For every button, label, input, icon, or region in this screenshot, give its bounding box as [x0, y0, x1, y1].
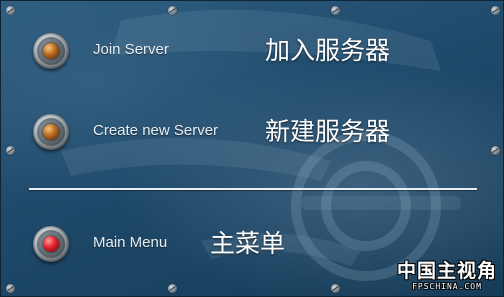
menu-divider: [29, 188, 477, 190]
menu-item-label-cn[interactable]: 加入服务器: [265, 31, 390, 67]
menu-item-label-en[interactable]: Join Server: [93, 41, 169, 58]
metal-knob-icon[interactable]: [33, 226, 69, 262]
menu-item-main-menu[interactable]: Main Menu 主菜单: [1, 224, 503, 264]
menu-item-label-cn[interactable]: 主菜单: [210, 224, 285, 260]
menu-item-create-server[interactable]: Create new Server 新建服务器: [1, 112, 503, 152]
metal-knob-icon[interactable]: [33, 114, 69, 150]
game-menu-panel: Join Server 加入服务器 Create new Server 新建服务…: [0, 0, 504, 297]
amber-indicator-light: [43, 124, 59, 140]
rivet-icon: [6, 284, 15, 293]
rivet-icon: [168, 284, 177, 293]
amber-indicator-light: [43, 43, 59, 59]
rivet-icon: [491, 6, 500, 15]
red-indicator-light: [43, 236, 59, 252]
site-watermark: 中国主视角 FPSCHINA.COM: [397, 260, 497, 292]
watermark-en: FPSCHINA.COM: [412, 282, 482, 291]
rivet-icon: [168, 6, 177, 15]
rivet-icon: [331, 6, 340, 15]
menu-item-join-server[interactable]: Join Server 加入服务器: [1, 31, 503, 71]
menu-item-label-en[interactable]: Create new Server: [93, 122, 218, 139]
rivet-icon: [6, 6, 15, 15]
rivet-icon: [331, 284, 340, 293]
menu-item-label-en[interactable]: Main Menu: [93, 234, 167, 251]
watermark-cn: 中国主视角: [396, 260, 497, 282]
metal-knob-icon[interactable]: [33, 33, 69, 69]
menu-item-label-cn[interactable]: 新建服务器: [265, 112, 390, 148]
